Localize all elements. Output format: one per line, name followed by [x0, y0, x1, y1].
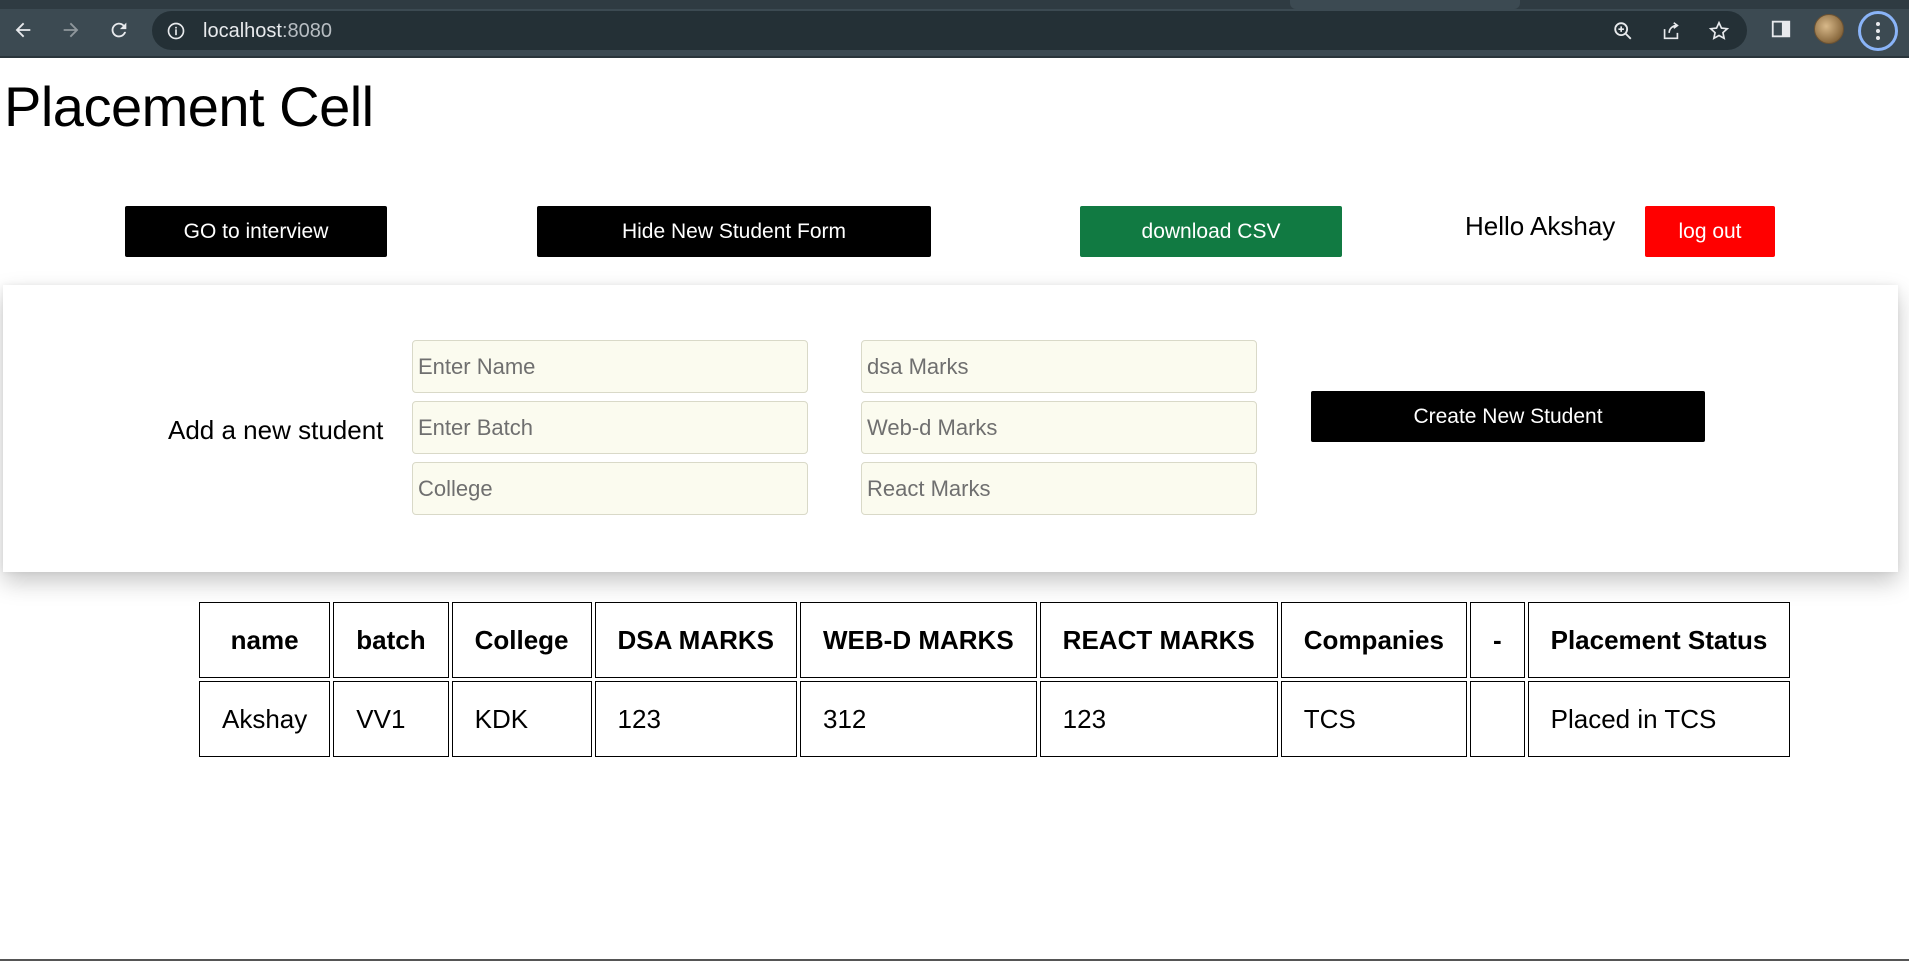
students-table: name batch College DSA MARKS WEB-D MARKS… [196, 599, 1793, 760]
react-marks-input[interactable] [861, 462, 1257, 515]
download-csv-button[interactable]: download CSV [1080, 206, 1342, 257]
url-text: localhost:8080 [203, 20, 332, 43]
column-header-placement-status: Placement Status [1527, 602, 1791, 678]
page-title: Placement Cell [4, 75, 374, 138]
reload-icon [111, 22, 127, 38]
kebab-menu-icon [1876, 22, 1880, 40]
side-panel-icon [1771, 20, 1791, 38]
new-student-form: Add a new student Create New Student [3, 285, 1898, 572]
reload-button[interactable] [103, 14, 135, 46]
create-new-student-button[interactable]: Create New Student [1311, 391, 1705, 442]
cell-college: KDK [451, 681, 592, 757]
cell-react-marks: 123 [1039, 681, 1278, 757]
college-input[interactable] [412, 462, 808, 515]
cell-placement-status: Placed in TCS [1527, 681, 1791, 757]
table-header-row: name batch College DSA MARKS WEB-D MARKS… [199, 602, 1791, 678]
active-tab-edge [1290, 0, 1520, 9]
column-header-react-marks: REACT MARKS [1039, 602, 1278, 678]
browser-chrome: localhost:8080 [0, 0, 1909, 58]
cell-dsa-marks: 123 [594, 681, 798, 757]
cell-name: Akshay [199, 681, 331, 757]
column-header-college: College [451, 602, 592, 678]
star-icon[interactable] [1708, 20, 1730, 42]
table-row: Akshay VV1 KDK 123 312 123 TCS Placed in… [199, 681, 1791, 757]
column-header-dsa-marks: DSA MARKS [594, 602, 798, 678]
cell-webd-marks: 312 [800, 681, 1037, 757]
share-icon[interactable] [1660, 20, 1682, 42]
url-port: :8080 [281, 20, 332, 42]
cell-batch: VV1 [333, 681, 449, 757]
url-host: localhost [203, 20, 282, 42]
address-bar[interactable]: localhost:8080 [152, 11, 1747, 50]
column-header-webd-marks: WEB-D MARKS [800, 602, 1037, 678]
chrome-menu-button[interactable] [1858, 11, 1898, 51]
logout-button[interactable]: log out [1645, 206, 1775, 257]
column-header-companies: Companies [1280, 602, 1467, 678]
hide-new-student-form-button[interactable]: Hide New Student Form [537, 206, 931, 257]
go-to-interview-button[interactable]: GO to interview [125, 206, 387, 257]
zoom-icon[interactable] [1612, 20, 1634, 42]
avatar[interactable] [1814, 14, 1844, 44]
arrow-left-icon [15, 22, 31, 38]
column-header-dash: - [1469, 602, 1525, 678]
info-icon[interactable] [166, 21, 186, 41]
dsa-marks-input[interactable] [861, 340, 1257, 393]
name-input[interactable] [412, 340, 808, 393]
forward-button[interactable] [55, 14, 87, 46]
column-header-batch: batch [333, 602, 449, 678]
user-greeting: Hello Akshay [1465, 211, 1616, 241]
tab-strip [0, 0, 1909, 9]
arrow-right-icon [63, 22, 79, 38]
webd-marks-input[interactable] [861, 401, 1257, 454]
column-header-name: name [199, 602, 331, 678]
page-content: Placement Cell GO to interview Hide New … [0, 58, 1909, 961]
side-panel-button[interactable] [1766, 14, 1796, 44]
batch-input[interactable] [412, 401, 808, 454]
cell-dash [1469, 681, 1525, 757]
form-label: Add a new student [168, 415, 384, 445]
back-button[interactable] [7, 14, 39, 46]
cell-companies: TCS [1280, 681, 1467, 757]
